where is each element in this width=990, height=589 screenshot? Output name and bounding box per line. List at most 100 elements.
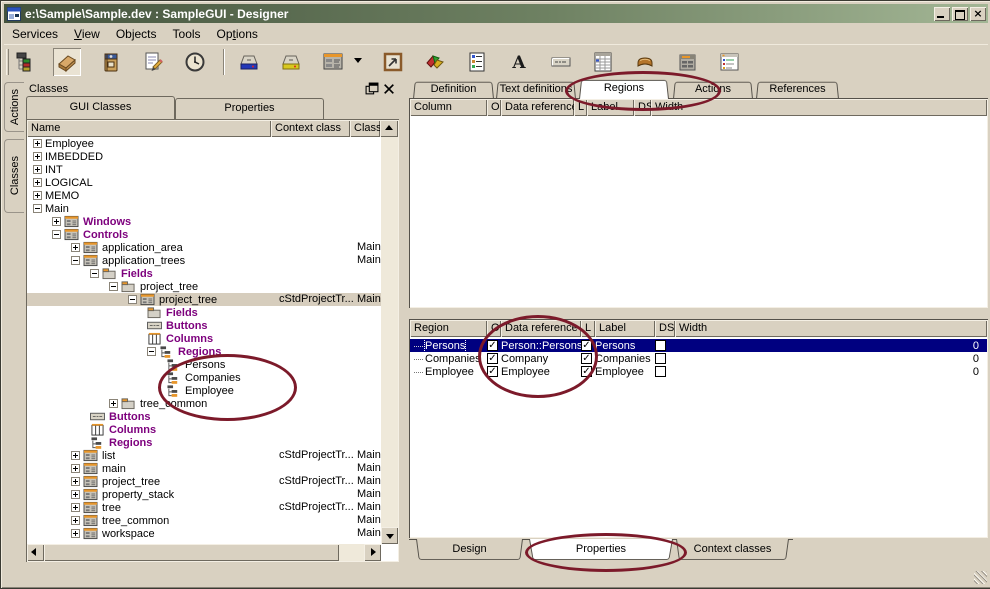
resize-grip[interactable] [974, 571, 987, 584]
tree-row-main[interactable]: Main [27, 202, 381, 215]
minimize-button[interactable] [934, 7, 950, 21]
collapse-toggle[interactable] [109, 282, 118, 291]
scroll-down-button[interactable] [381, 527, 398, 544]
toolbar-leather-book-button[interactable] [631, 48, 659, 76]
columns-table-column-header-data-reference[interactable]: Data reference [501, 99, 574, 116]
menu-item-view[interactable]: View [66, 25, 108, 43]
toolbar-eraser-button[interactable] [53, 48, 81, 76]
tab-regions[interactable]: Regions [579, 79, 669, 99]
toolbar-ribbon-button[interactable] [421, 48, 449, 76]
tab-definition[interactable]: Definition [413, 81, 494, 99]
toolbar-form-button[interactable] [319, 48, 347, 76]
scroll-right-button[interactable] [364, 544, 381, 561]
tree-row-application-trees[interactable]: application_treesMain [27, 254, 381, 267]
expand-toggle[interactable] [52, 217, 61, 226]
tab-text-definitions[interactable]: Text definitions [496, 81, 576, 99]
toolbar-address-book-button[interactable] [97, 48, 125, 76]
toolbar-push-button-button[interactable] [547, 48, 575, 76]
regions-table-column-header-label[interactable]: Label [595, 320, 655, 337]
tree-row-fields[interactable]: Fields [27, 306, 381, 319]
toolbar-drawer-yellow-button[interactable] [277, 48, 305, 76]
dock-tab-classes[interactable]: Classes [4, 139, 24, 213]
regions-table-column-header-width[interactable]: Width [675, 320, 987, 337]
ds-checkbox[interactable] [655, 366, 666, 377]
tree-row-memo[interactable]: MEMO [27, 189, 381, 202]
expand-toggle[interactable] [109, 399, 118, 408]
expand-toggle[interactable] [71, 490, 80, 499]
expand-toggle[interactable] [71, 451, 80, 460]
expand-toggle[interactable] [71, 529, 80, 538]
maximize-button[interactable] [952, 7, 968, 21]
tab-references[interactable]: References [756, 81, 839, 99]
expand-toggle[interactable] [71, 516, 80, 525]
columns-table-column-header-label[interactable]: Label [587, 99, 634, 116]
toolbar-grid-button[interactable] [589, 48, 617, 76]
tree-row-tree-common[interactable]: tree_common [27, 397, 381, 410]
tree-row-project-tree[interactable]: project_treecStdProjectTr...Main [27, 475, 381, 488]
expand-toggle[interactable] [33, 165, 42, 174]
toolbar-report-button[interactable] [463, 48, 491, 76]
l-checkbox[interactable]: ✓ [581, 340, 592, 351]
toolbar-hierarchy-button[interactable] [11, 48, 39, 76]
expand-toggle[interactable] [33, 178, 42, 187]
toolbar-drawer-blue-button[interactable] [235, 48, 263, 76]
tree-row-tree[interactable]: treecStdProjectTr...Main [27, 501, 381, 514]
tree-row-workspace[interactable]: workspaceMain [27, 527, 381, 540]
regions-table-column-header-l[interactable]: L [581, 320, 595, 337]
tree-row-tree-common[interactable]: tree_commonMain [27, 514, 381, 527]
tree-row-persons[interactable]: Persons [27, 358, 381, 371]
collapse-toggle[interactable] [33, 204, 42, 213]
tree-column-header-context-class[interactable]: Context class [271, 120, 350, 137]
dock-tab-actions[interactable]: Actions [4, 82, 24, 132]
tree-row-main[interactable]: mainMain [27, 462, 381, 475]
scroll-left-button[interactable] [27, 544, 44, 561]
close-button[interactable]: × [970, 7, 986, 21]
columns-table-column-header-width[interactable]: Width [651, 99, 987, 116]
tab-properties[interactable]: Properties [529, 539, 673, 561]
expand-toggle[interactable] [71, 464, 80, 473]
tree-row-buttons[interactable]: Buttons [27, 319, 381, 332]
ds-checkbox[interactable] [655, 353, 666, 364]
float-panel-button[interactable] [365, 82, 379, 95]
tree-column-header-class[interactable]: Class [350, 120, 380, 137]
collapse-toggle[interactable] [52, 230, 61, 239]
tree-row-columns[interactable]: Columns [27, 332, 381, 345]
tab-gui-classes[interactable]: GUI Classes [26, 96, 175, 119]
menu-item-objects[interactable]: Objects [108, 25, 165, 43]
tree-row-int[interactable]: INT [27, 163, 381, 176]
tab-actions[interactable]: Actions [673, 81, 753, 99]
collapse-toggle[interactable] [128, 295, 137, 304]
tree-row-list[interactable]: listcStdProjectTr...Main [27, 449, 381, 462]
menu-item-services[interactable]: Services [4, 25, 66, 43]
tree-row-imbedded[interactable]: IMBEDDED [27, 150, 381, 163]
regions-table-column-header-o[interactable]: O [487, 320, 501, 337]
tree-row-columns[interactable]: Columns [27, 423, 381, 436]
expand-toggle[interactable] [71, 243, 80, 252]
expand-toggle[interactable] [71, 503, 80, 512]
tree-row-application-area[interactable]: application_areaMain [27, 241, 381, 254]
expand-toggle[interactable] [71, 477, 80, 486]
toolbar-server-button[interactable] [673, 48, 701, 76]
tree-row-project-tree[interactable]: project_tree [27, 280, 381, 293]
expand-toggle[interactable] [33, 139, 42, 148]
tree-column-header-name[interactable]: Name [27, 120, 271, 137]
menu-item-options[interactable]: Options [209, 25, 266, 43]
tab-properties[interactable]: Properties [175, 98, 324, 119]
expand-toggle[interactable] [33, 191, 42, 200]
toolbar-dropdown-button[interactable] [351, 48, 365, 76]
tree-row-logical[interactable]: LOGICAL [27, 176, 381, 189]
ds-checkbox[interactable] [655, 340, 666, 351]
expand-toggle[interactable] [33, 152, 42, 161]
region-row-companies[interactable]: Companies✓Company✓Companies0 [410, 352, 987, 365]
regions-table-column-header-ds[interactable]: DS [655, 320, 675, 337]
tree-row-fields[interactable]: Fields [27, 267, 381, 280]
tree-row-property-stack[interactable]: property_stackMain [27, 488, 381, 501]
close-panel-button[interactable] [382, 82, 396, 95]
regions-table-column-header-data-reference[interactable]: Data reference [501, 320, 581, 337]
columns-table-column-header-o[interactable]: O [487, 99, 501, 116]
tree-row-buttons[interactable]: Buttons [27, 410, 381, 423]
toolbar-grip[interactable] [6, 49, 9, 75]
toolbar-framed-window-button[interactable] [379, 48, 407, 76]
tree-row-regions[interactable]: Regions [27, 345, 381, 358]
tree-row-windows[interactable]: Windows [27, 215, 381, 228]
